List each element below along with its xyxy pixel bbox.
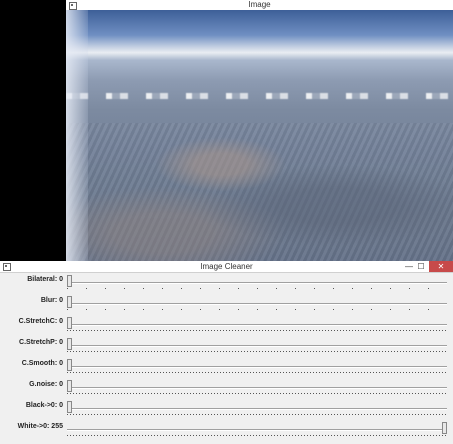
slider-ticks [67, 351, 447, 352]
cleaner-window-titlebar[interactable]: Image Cleaner — ☐ ✕ [0, 261, 453, 273]
slider-track[interactable] [67, 366, 447, 368]
slider-ticks [67, 309, 447, 310]
slider-row: C.StretchP: 0 [0, 337, 453, 358]
slider-label: Blur: 0 [40, 297, 63, 304]
cleaner-window-title: Image Cleaner [200, 262, 253, 271]
slider-thumb[interactable] [67, 296, 72, 308]
slider-track[interactable] [67, 282, 447, 284]
slider-thumb[interactable] [67, 359, 72, 371]
slider-track[interactable] [67, 303, 447, 305]
slider-thumb[interactable] [67, 401, 72, 413]
slider-track[interactable] [67, 429, 447, 431]
slider-ticks [67, 435, 447, 436]
slider-thumb[interactable] [442, 422, 447, 434]
slider-row: G.noise: 0 [0, 379, 453, 400]
app-icon [3, 263, 11, 271]
slider-ticks [67, 414, 447, 415]
photo-snow-ridge [66, 92, 453, 99]
slider-ticks [67, 288, 447, 289]
image-cleaner-window: Image Cleaner — ☐ ✕ Bilateral: 0 Blur: 0 C… [0, 261, 453, 444]
slider-label: C.Smooth: 0 [21, 360, 63, 367]
minimize-button[interactable]: — [403, 261, 415, 272]
slider-thumb[interactable] [67, 338, 72, 350]
slider-ticks [67, 393, 447, 394]
photo-mountains [66, 122, 453, 261]
slider-row: Blur: 0 [0, 295, 453, 316]
slider-row: White->0: 255 [0, 421, 453, 442]
slider-row: Bilateral: 0 [0, 274, 453, 295]
image-window-title: Image [248, 0, 271, 9]
aerial-photo [66, 10, 453, 261]
slider-row: C.StretchC: 0 [0, 316, 453, 337]
slider-track[interactable] [67, 387, 447, 389]
slider-ticks [67, 372, 447, 373]
slider-row: Black->0: 0 [0, 400, 453, 421]
slider-track[interactable] [67, 345, 447, 347]
maximize-button[interactable]: ☐ [415, 261, 427, 272]
slider-thumb[interactable] [67, 275, 72, 287]
slider-label: Black->0: 0 [25, 402, 63, 409]
slider-row: C.Smooth: 0 [0, 358, 453, 379]
slider-label: C.StretchP: 0 [19, 339, 63, 346]
slider-thumb[interactable] [67, 317, 72, 329]
slider-label: G.noise: 0 [29, 381, 63, 388]
slider-thumb[interactable] [67, 380, 72, 392]
slider-ticks [67, 330, 447, 331]
slider-label: C.StretchC: 0 [18, 318, 63, 325]
close-button[interactable]: ✕ [429, 261, 453, 272]
slider-label: Bilateral: 0 [27, 276, 63, 283]
app-icon [69, 2, 77, 10]
image-window: Image [66, 0, 453, 261]
slider-track[interactable] [67, 408, 447, 410]
slider-track[interactable] [67, 324, 447, 326]
slider-label: White->0: 255 [17, 423, 63, 430]
photo-window-glare [66, 10, 88, 261]
